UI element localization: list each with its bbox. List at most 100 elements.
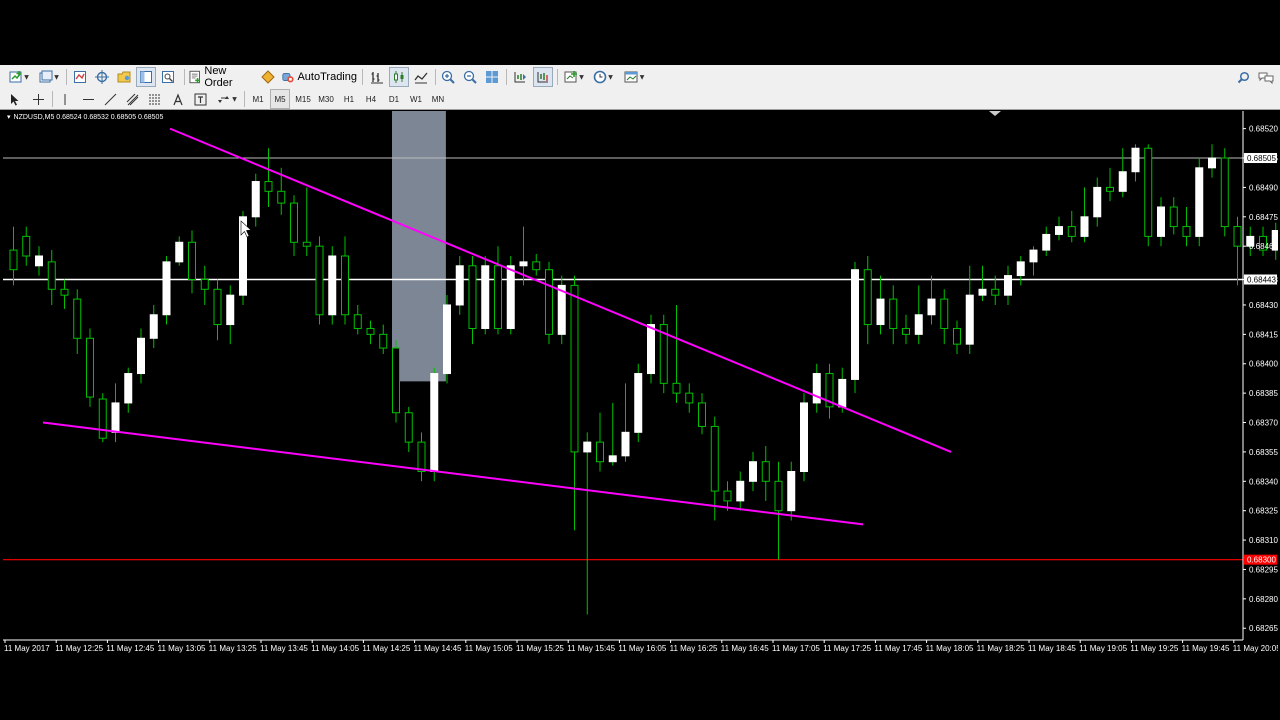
time-tick-label: 11 May 18:25 <box>977 644 1025 653</box>
chevron-down-icon: ▼ <box>24 73 29 81</box>
candle-body <box>328 255 337 316</box>
candle-body <box>749 461 757 482</box>
candle-body <box>978 288 987 296</box>
candle-body <box>838 378 847 408</box>
autoscroll-button[interactable] <box>533 67 553 87</box>
periods-button[interactable]: ▼ <box>590 67 616 87</box>
zoom-in-button[interactable] <box>438 67 458 87</box>
profiles-button[interactable]: ▼ <box>36 67 62 87</box>
candle-body <box>851 269 859 380</box>
candlesticks-button[interactable] <box>389 67 409 87</box>
timeframe-m5-button[interactable]: M5 <box>270 89 290 109</box>
candle <box>315 236 324 325</box>
text-label-icon <box>194 93 206 105</box>
timeframe-m30-button[interactable]: M30 <box>316 89 336 109</box>
candle-body <box>162 261 171 316</box>
timeframe-label: W1 <box>410 94 422 104</box>
chart-window[interactable]: 0.68520 0.68505 0.68490 0.68475 0.68460 0.684… <box>3 111 1278 657</box>
channel-tool-button[interactable] <box>122 89 142 109</box>
candle-body <box>608 455 617 463</box>
crosshair-tool-button[interactable] <box>28 89 48 109</box>
vertical-line-tool-button[interactable] <box>56 89 74 109</box>
time-tick-label: 11 May 17:05 <box>772 644 820 653</box>
candle <box>557 275 566 345</box>
horizontal-line-tool-button[interactable] <box>78 89 98 109</box>
time-tick-label: 11 May 15:05 <box>465 644 513 653</box>
candle <box>392 340 400 423</box>
trendline-tool-button[interactable] <box>100 89 120 109</box>
search-button[interactable] <box>1234 67 1252 87</box>
price-tick-label: 0.68325 <box>1249 507 1278 516</box>
price-tick-label: 0.68265 <box>1249 624 1278 633</box>
candle-body <box>481 265 490 329</box>
time-tick-label: 11 May 18:05 <box>926 644 974 653</box>
timeframe-label: M5 <box>274 94 286 104</box>
toolbar-separator <box>66 69 67 85</box>
timeframe-w1-button[interactable]: W1 <box>406 89 426 109</box>
candle-body <box>1016 261 1025 277</box>
metaeditor-diamond-icon <box>261 70 275 84</box>
autotrading-button[interactable]: AutoTrading <box>281 67 357 87</box>
candle <box>800 393 808 482</box>
tile-windows-button[interactable] <box>482 67 502 87</box>
price-tick-label: 0.68295 <box>1249 565 1278 574</box>
timeframe-m15-button[interactable]: M15 <box>293 89 313 109</box>
data-window-button[interactable] <box>92 67 112 87</box>
new-order-button[interactable]: New Order <box>189 65 255 89</box>
candle <box>162 255 171 325</box>
candle-body <box>583 441 592 453</box>
chevron-down-icon: ▼ <box>54 73 59 81</box>
text-a-icon <box>173 92 183 105</box>
candle-body <box>1169 206 1178 228</box>
cursor-tool-button[interactable] <box>6 89 24 109</box>
zoom-in-icon <box>441 70 455 84</box>
zoom-out-icon <box>463 70 477 84</box>
candle-body <box>392 347 400 414</box>
terminal-button[interactable] <box>136 67 156 87</box>
candle-body <box>940 298 949 329</box>
chart-shift-icon <box>514 72 526 83</box>
market-watch-button[interactable] <box>70 67 90 87</box>
candle-body <box>98 398 107 439</box>
navigator-button[interactable] <box>114 67 134 87</box>
zoom-out-button[interactable] <box>460 67 480 87</box>
templates-icon <box>624 71 638 83</box>
timeframe-d1-button[interactable]: D1 <box>384 89 404 109</box>
candle-body <box>1106 186 1114 192</box>
fibonacci-tool-button[interactable] <box>144 89 166 109</box>
timeframe-h1-button[interactable]: H1 <box>339 89 359 109</box>
text-tool-button[interactable] <box>169 89 187 109</box>
new-chart-button[interactable]: ▼ <box>6 67 32 87</box>
symbol-quote: NZDUSD,M5 0.68524 0.68532 0.68505 0.6850… <box>13 114 164 121</box>
chat-button[interactable] <box>1256 67 1276 87</box>
timeframe-m1-button[interactable]: M1 <box>248 89 268 109</box>
equidistant-channel-icon <box>126 93 138 105</box>
toolbars: ▼ ▼ New Order AutoTrading ▼ ▼ ▼ ▼ M1 M5 … <box>0 65 1280 110</box>
templates-button[interactable]: ▼ <box>620 67 648 87</box>
crosshair-icon <box>32 93 44 105</box>
bar-chart-button[interactable] <box>367 67 387 87</box>
price-chart[interactable]: 0.68520 0.68505 0.68490 0.68475 0.68460 0.684… <box>3 111 1278 657</box>
candle-body <box>47 261 56 290</box>
metaeditor-button[interactable] <box>259 67 277 87</box>
line-chart-icon <box>414 72 428 84</box>
crosshair-target-icon <box>95 70 109 84</box>
indicators-button[interactable]: ▼ <box>561 67 587 87</box>
toolbar-separator <box>52 91 53 107</box>
time-tick-label: 11 May 18:45 <box>1028 644 1076 653</box>
price-tick-label: 0.68400 <box>1249 360 1278 369</box>
chevron-down-icon: ▼ <box>639 73 645 81</box>
price-tick-label: 0.68280 <box>1249 595 1278 604</box>
standard-toolbar: ▼ ▼ New Order AutoTrading ▼ ▼ ▼ <box>0 65 1280 89</box>
toolbar-separator <box>244 91 245 107</box>
chart-shift-button[interactable] <box>510 67 530 87</box>
strategy-tester-button[interactable] <box>158 67 178 87</box>
candle <box>545 261 553 345</box>
timeframe-h4-button[interactable]: H4 <box>361 89 381 109</box>
text-label-tool-button[interactable] <box>190 89 210 109</box>
line-chart-button[interactable] <box>411 67 431 87</box>
arrows-tool-button[interactable]: ▼ <box>214 89 240 109</box>
timeframe-label: H4 <box>365 94 377 104</box>
timeframe-mn-button[interactable]: MN <box>428 89 448 109</box>
new-chart-icon <box>9 71 22 83</box>
